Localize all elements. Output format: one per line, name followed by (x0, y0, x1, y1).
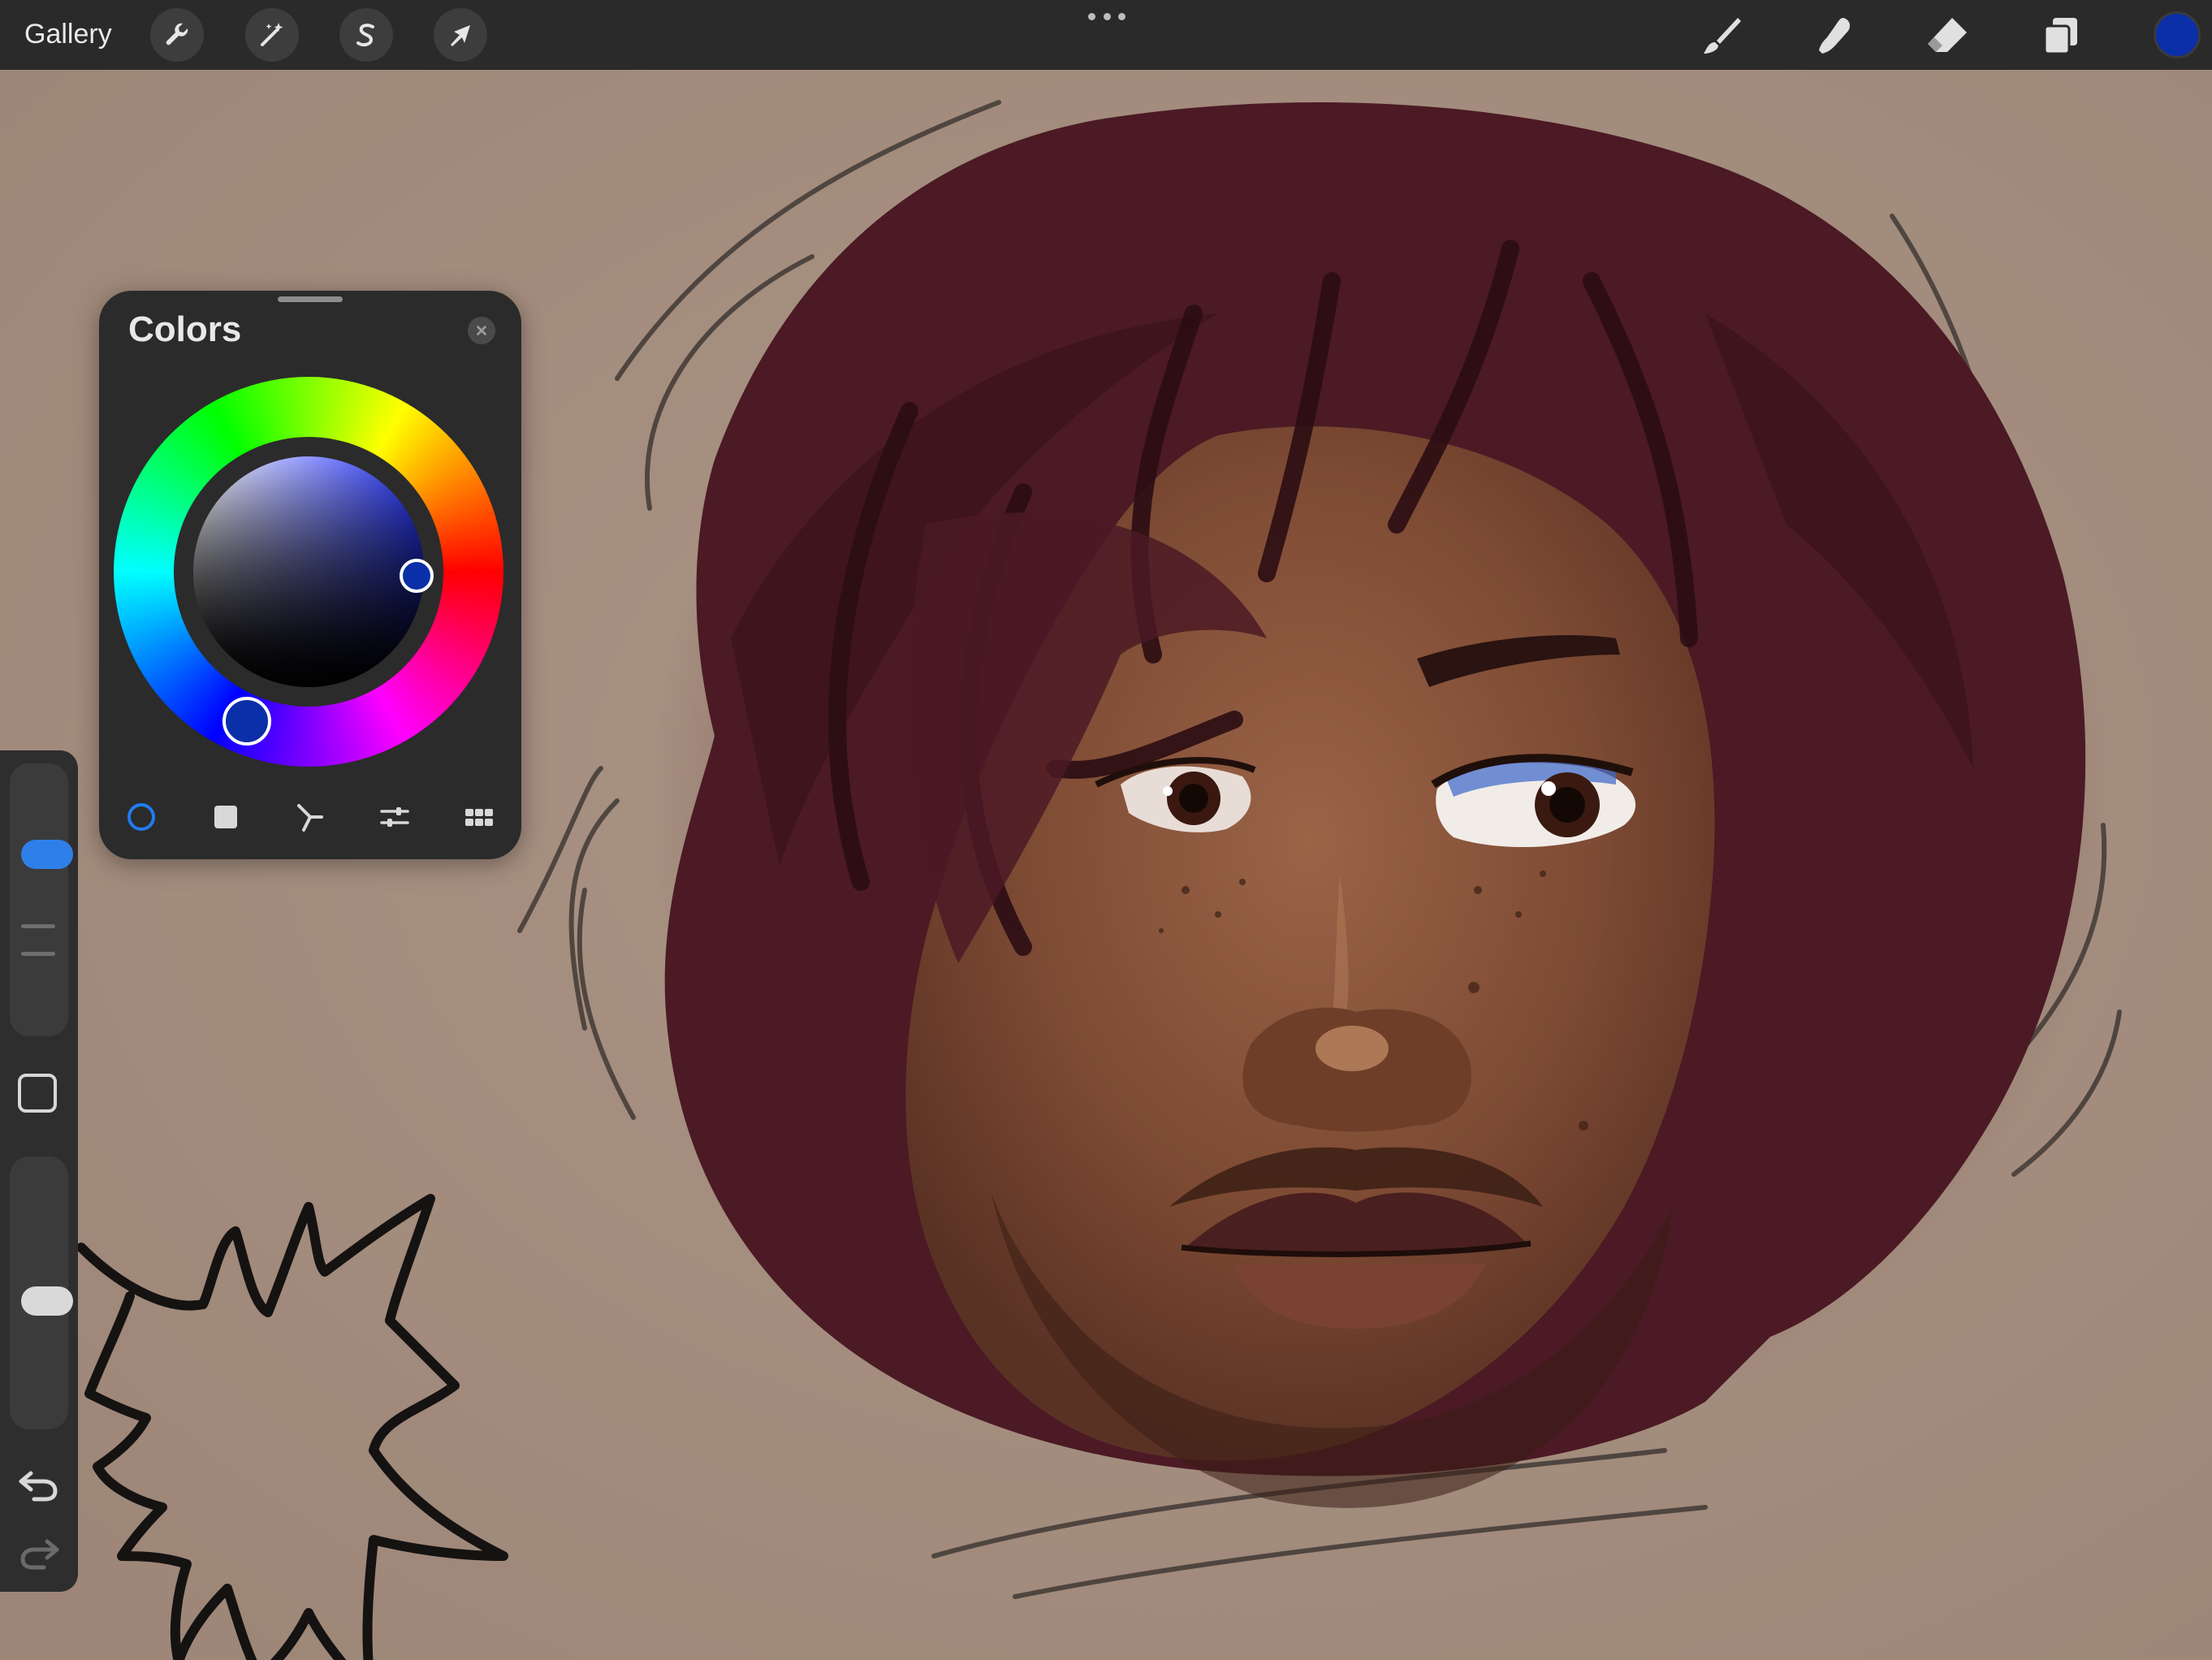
smudge-tool-button[interactable] (1809, 11, 1858, 60)
wrench-icon (166, 23, 188, 45)
sliders-icon (380, 807, 409, 827)
adjustments-button[interactable] (245, 8, 299, 62)
harmony-icon (297, 804, 323, 832)
eye-right (1431, 754, 1636, 847)
brush-tool-button[interactable] (1697, 11, 1746, 60)
current-color-button[interactable] (2154, 11, 2201, 58)
actions-button[interactable] (150, 8, 204, 62)
opacity-knob[interactable] (21, 1286, 73, 1316)
more-options-icon[interactable] (1088, 6, 1125, 26)
classic-square-icon (214, 806, 237, 828)
magic-wand-icon (261, 23, 283, 46)
opacity-slider[interactable] (10, 1156, 73, 1429)
brush-size-knob[interactable] (21, 840, 73, 869)
palette-grid-icon (465, 809, 493, 826)
panel-title: Colors (128, 309, 242, 349)
redo-icon[interactable] (16, 1533, 62, 1572)
arrow-cursor-icon (451, 25, 470, 46)
layers-icon (2043, 18, 2077, 55)
hue-ring[interactable] (114, 377, 503, 767)
saturation-knob[interactable] (400, 559, 434, 593)
selection-button[interactable] (339, 8, 393, 62)
eraser-tool-button[interactable] (1923, 11, 1972, 60)
color-disc-icon (127, 803, 155, 831)
colors-panel: Colors (99, 291, 521, 859)
modify-button[interactable] (18, 1074, 57, 1113)
panel-grab-handle[interactable] (278, 296, 343, 302)
eraser-icon (1928, 18, 1967, 52)
layers-button[interactable] (2037, 11, 2085, 60)
undo-icon[interactable] (16, 1465, 62, 1504)
tab-harmony[interactable] (286, 793, 335, 841)
tab-classic[interactable] (201, 793, 250, 841)
transform-button[interactable] (434, 8, 487, 62)
brush-size-slider[interactable] (10, 763, 73, 1036)
gallery-button[interactable]: Gallery (24, 15, 112, 54)
tab-value[interactable] (370, 793, 419, 841)
left-sidebar (0, 750, 78, 1592)
close-panel-button[interactable] (468, 317, 495, 344)
brush-icon (1704, 18, 1741, 54)
smudge-finger-icon (1819, 18, 1850, 54)
hue-knob[interactable] (222, 697, 271, 746)
top-toolbar: Gallery (0, 0, 2212, 70)
close-icon (477, 326, 486, 335)
selection-s-icon (356, 24, 374, 47)
tab-palettes[interactable] (455, 793, 503, 841)
color-mode-tabs (99, 793, 521, 841)
saturation-brightness-disc[interactable] (193, 456, 424, 687)
tab-disc[interactable] (117, 793, 166, 841)
